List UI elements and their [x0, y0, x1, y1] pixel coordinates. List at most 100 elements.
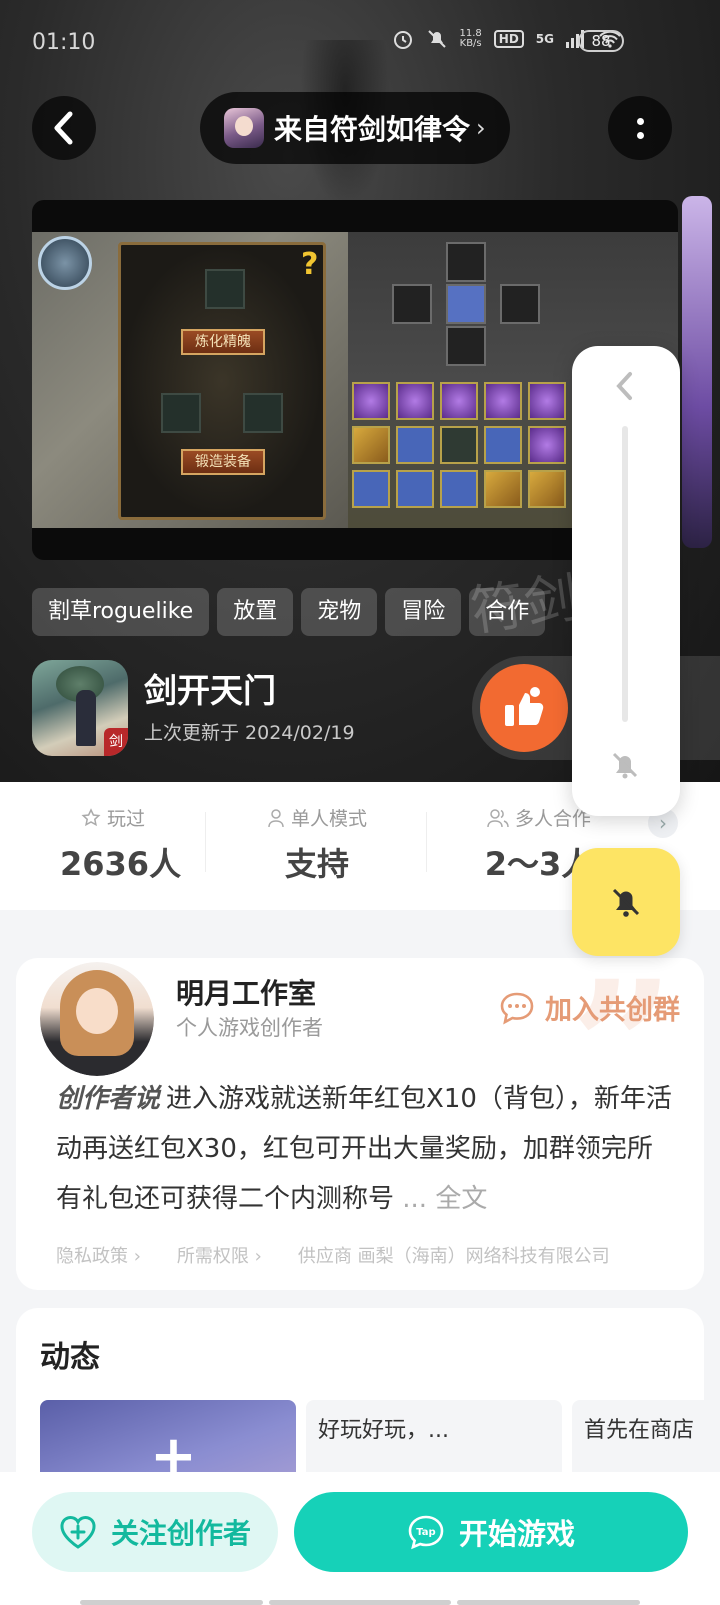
- chat-plus-icon: [500, 992, 534, 1024]
- inventory-item: [528, 470, 566, 508]
- dot-icon: [636, 131, 644, 139]
- star-icon: [81, 807, 101, 826]
- inventory-item: [528, 426, 566, 464]
- tag[interactable]: 割草roguelike: [32, 588, 210, 636]
- legal-links: 隐私政策 › 所需权限 › 供应商 画梨（海南）网络科技有限公司: [56, 1242, 610, 1268]
- dot-icon: [636, 117, 644, 125]
- tag[interactable]: 合作: [469, 588, 546, 636]
- chevron-left-icon[interactable]: [612, 370, 638, 402]
- feed-title: 动态: [40, 1340, 100, 1375]
- equip-slot: [392, 284, 432, 324]
- user-icon: [268, 808, 284, 827]
- inventory-item: [440, 426, 478, 464]
- inventory-item: [484, 426, 522, 464]
- thumbs-up-icon: [505, 687, 544, 726]
- equip-slot: [446, 326, 486, 366]
- muted-bell-icon[interactable]: [608, 748, 642, 782]
- bottom-action-bar: 关注创作者 Tap 开始游戏: [0, 1472, 720, 1605]
- inventory-item: [396, 382, 434, 420]
- more-button[interactable]: [608, 96, 672, 160]
- start-game-label: 开始游戏: [458, 1517, 575, 1551]
- game-icon-badge: 剑: [104, 728, 128, 756]
- inventory-item: [528, 382, 566, 420]
- stat-played-label: 玩过: [106, 808, 145, 830]
- game-title: 剑开天门: [144, 671, 276, 710]
- join-group-button[interactable]: 加入共创群: [499, 988, 680, 1027]
- dragon-panel: 炼化精魄 锻造装备 ?: [118, 242, 326, 520]
- volume-slider[interactable]: [622, 426, 628, 722]
- mute-icon: [427, 30, 446, 48]
- equip-slot: [446, 284, 486, 324]
- tag[interactable]: 冒险: [385, 588, 462, 636]
- net-speed: 11.8 KB/s: [459, 28, 482, 49]
- home-indicator: [80, 1600, 641, 1605]
- divider: [426, 812, 427, 872]
- alarm-icon: [393, 31, 412, 49]
- heart-plus-icon: [60, 1515, 96, 1549]
- inventory-item: [396, 470, 434, 508]
- tag[interactable]: 宠物: [301, 588, 378, 636]
- inventory-item: [484, 382, 522, 420]
- slot: [205, 269, 245, 309]
- join-group-label: 加入共创群: [545, 995, 680, 1026]
- equip-slot: [446, 242, 486, 282]
- source-avatar: [224, 108, 264, 148]
- battery-indicator: 88: [578, 30, 624, 52]
- inventory-item: [440, 382, 478, 420]
- divider: [205, 812, 206, 872]
- stat-single-label: 单人模式: [290, 808, 367, 830]
- start-game-button[interactable]: Tap 开始游戏: [294, 1492, 688, 1572]
- privacy-policy-link[interactable]: 隐私政策 ›: [56, 1242, 141, 1268]
- stat-single: 单人模式 支持: [262, 804, 372, 885]
- inventory-item: [352, 470, 390, 508]
- muted-bell-icon: [612, 888, 640, 917]
- supplier-text: 供应商 画梨（海南）网络科技有限公司: [297, 1246, 610, 1267]
- creator-name[interactable]: 明月工作室: [176, 972, 316, 1012]
- tag-list: 割草roguelike 放置 宠物 冒险 合作: [32, 588, 546, 636]
- creator-avatar[interactable]: [36, 958, 158, 1080]
- equip-slot: [500, 284, 540, 324]
- back-button[interactable]: [32, 96, 96, 160]
- hd-badge: HD: [493, 30, 524, 48]
- creator-says-label: 创作者说: [56, 1084, 161, 1114]
- inventory-item: [440, 470, 478, 508]
- game-icon[interactable]: 剑: [32, 660, 128, 756]
- source-pill[interactable]: 来自符剑如律令 ›: [200, 92, 510, 164]
- like-button[interactable]: [480, 664, 568, 752]
- chevron-right-icon: ›: [476, 114, 486, 142]
- help-icon: ?: [301, 247, 319, 282]
- media-next-preview[interactable]: [682, 196, 712, 548]
- inventory-item: [352, 426, 390, 464]
- network-label: 5G: [535, 32, 554, 46]
- stat-played: 玩过 2636人: [60, 804, 182, 885]
- taptap-icon: Tap: [408, 1515, 444, 1550]
- floating-volume-panel: [572, 346, 680, 816]
- scene-button-refine: 炼化精魄: [181, 329, 265, 355]
- slot: [243, 393, 283, 433]
- chevron-left-icon: [54, 111, 73, 145]
- read-more-link[interactable]: ... 全文: [402, 1184, 487, 1214]
- permissions-link[interactable]: 所需权限 ›: [177, 1242, 262, 1268]
- follow-creator-button[interactable]: 关注创作者: [32, 1492, 278, 1572]
- inventory-item: [484, 470, 522, 508]
- stat-played-value: 2636人: [60, 845, 182, 883]
- scene-forge-panel: 炼化精魄 锻造装备 ?: [32, 232, 348, 528]
- status-time: 01:10: [32, 30, 96, 55]
- slot: [161, 393, 201, 433]
- creator-card: ” 明月工作室 个人游戏创作者 加入共创群 创作者说 进入游戏就送新年红包X10（…: [16, 958, 704, 1290]
- creator-says[interactable]: 创作者说 进入游戏就送新年红包X10（背包），新年活动再送红包X30，红包可开出大…: [56, 1074, 676, 1224]
- tag[interactable]: 放置: [217, 588, 294, 636]
- users-icon: [487, 808, 509, 827]
- inventory-item: [352, 382, 390, 420]
- status-bar: 01:10 11.8 KB/s HD 5G 88: [0, 22, 720, 62]
- inventory-item: [396, 426, 434, 464]
- scene-button-forge: 锻造装备: [181, 449, 265, 475]
- floating-mute-button[interactable]: [572, 848, 680, 956]
- compass-icon: [38, 236, 92, 290]
- follow-creator-label: 关注创作者: [110, 1517, 251, 1550]
- game-updated: 上次更新于 2024/02/19: [144, 722, 355, 744]
- stat-single-value: 支持: [284, 845, 349, 883]
- source-label: 来自符剑如律令: [274, 113, 471, 146]
- creator-role: 个人游戏创作者: [176, 1016, 323, 1040]
- svg-text:Tap: Tap: [416, 1527, 435, 1538]
